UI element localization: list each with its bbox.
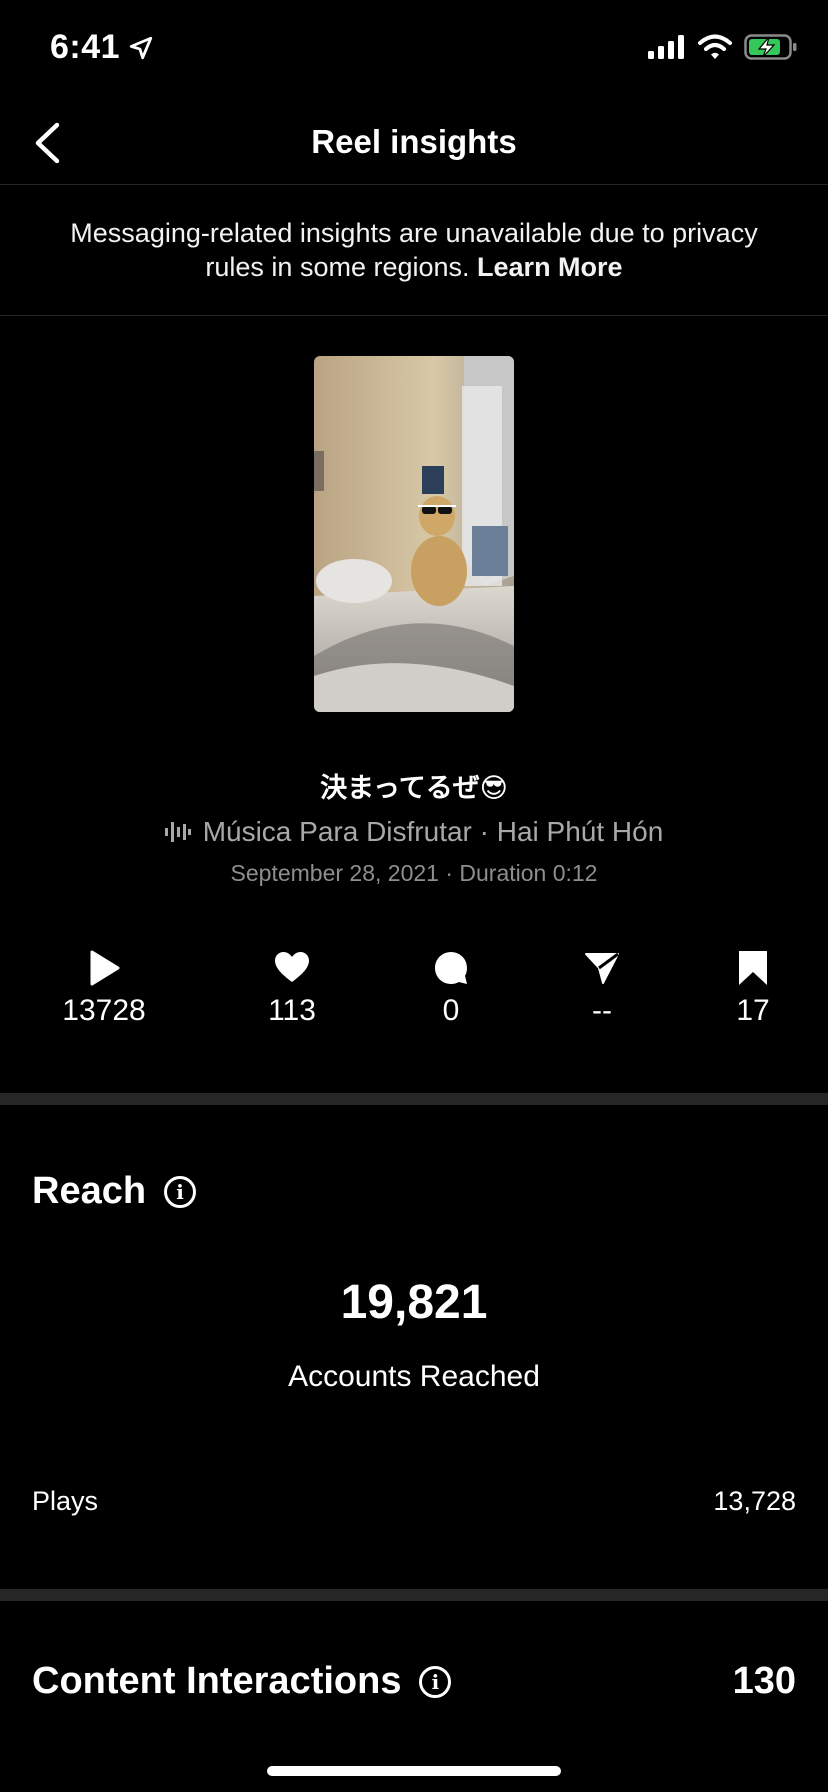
battery-icon (744, 34, 797, 60)
stat-comments-value: 0 (442, 994, 460, 1027)
reach-title: Reach (32, 1170, 147, 1212)
content-interactions-value: 130 (732, 1660, 796, 1702)
back-button[interactable] (22, 118, 72, 168)
status-time: 6:41 (50, 28, 154, 67)
content-interactions-title-row: Content Interactions i (32, 1660, 452, 1703)
reel-music-text: Música Para Disfrutar · Hai Phút Hón (202, 816, 664, 847)
stat-shares-value: -- (592, 994, 612, 1027)
reach-section-title: Reach i (32, 1170, 197, 1213)
location-arrow-icon (129, 36, 153, 59)
page-title: Reel insights (311, 123, 517, 160)
signal-icon (648, 35, 684, 59)
bookmark-icon (739, 951, 767, 985)
section-divider (0, 1589, 828, 1601)
stat-plays-value: 13728 (62, 994, 146, 1027)
notice-message: Messaging-related insights are unavailab… (70, 218, 758, 282)
comment-icon (435, 952, 467, 984)
status-time-text: 6:41 (50, 28, 121, 66)
stat-saves: 17 (673, 950, 828, 1028)
reel-meta: September 28, 2021 · Duration 0:12 (230, 860, 598, 886)
stat-plays: 13728 (24, 950, 184, 1028)
learn-more-link[interactable]: Learn More (477, 252, 623, 282)
accounts-reached-label: Accounts Reached (288, 1360, 540, 1393)
accounts-reached-value: 19,821 (340, 1276, 488, 1329)
reel-music[interactable]: Música Para Disfrutar · Hai Phút Hón (0, 816, 828, 848)
header-bar: Reel insights (0, 100, 828, 185)
content-interactions-title: Content Interactions (32, 1660, 402, 1702)
send-icon (585, 952, 619, 984)
home-indicator[interactable] (267, 1766, 561, 1776)
plays-value: 13,728 (713, 1486, 796, 1516)
wifi-icon (698, 34, 732, 59)
stat-likes-value: 113 (268, 994, 316, 1027)
stat-shares: -- (522, 950, 682, 1028)
info-icon[interactable]: i (164, 1175, 197, 1208)
stat-comments: 0 (371, 950, 531, 1028)
stat-likes: 113 (212, 950, 372, 1028)
plays-label: Plays (32, 1486, 99, 1516)
stat-saves-value: 17 (736, 994, 770, 1027)
section-divider (0, 1093, 828, 1105)
reel-preview-image (314, 356, 514, 712)
reel-thumbnail[interactable] (314, 356, 514, 712)
info-icon[interactable]: i (419, 1665, 452, 1698)
privacy-notice: Messaging-related insights are unavailab… (0, 185, 828, 316)
audio-waveform-icon (164, 822, 191, 842)
reel-caption: 決まってるぜ😎 (320, 773, 508, 803)
play-icon (90, 950, 120, 986)
privacy-notice-text: Messaging-related insights are unavailab… (64, 216, 764, 284)
heart-icon (275, 952, 309, 982)
status-indicators (648, 34, 798, 60)
chevron-left-icon (35, 122, 60, 164)
